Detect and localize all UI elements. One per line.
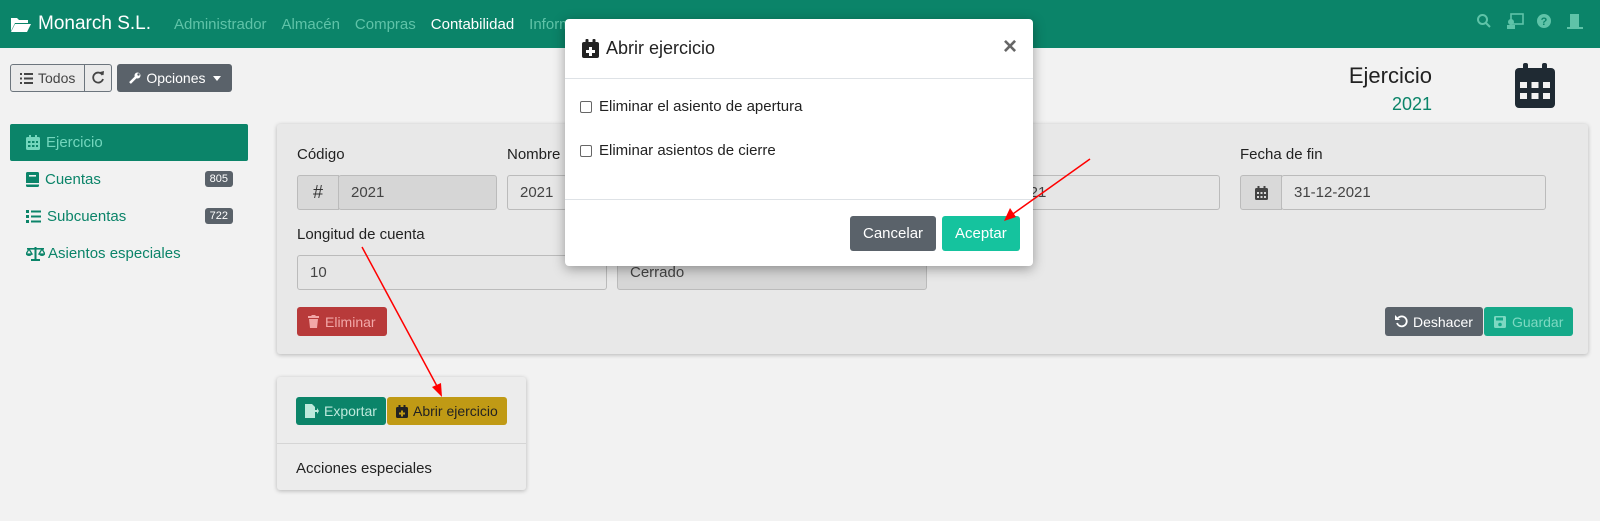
navbar-actions: ?	[1476, 13, 1584, 31]
users-icon[interactable]	[1506, 13, 1524, 31]
calendar-icon	[1515, 63, 1555, 108]
menu-administrador[interactable]: Administrador	[174, 16, 267, 33]
file-export-icon	[305, 404, 319, 418]
page-subtitle: 2021	[1391, 94, 1432, 114]
checkbox-label: Eliminar el asiento de apertura	[599, 98, 803, 115]
logout-icon[interactable]	[1566, 13, 1584, 31]
actions-row: Exportar Abrir ejercicio	[277, 377, 526, 444]
count-badge: 722	[204, 208, 233, 224]
sidebar-item-label: Subcuentas	[47, 208, 127, 225]
options-button-label: Opciones	[146, 70, 206, 86]
list-icon	[20, 72, 33, 84]
all-button-label: Todos	[38, 70, 76, 86]
delete-button[interactable]: Eliminar	[297, 307, 387, 336]
balance-scale-icon	[26, 247, 45, 261]
export-button[interactable]: Exportar	[296, 397, 386, 425]
options-button[interactable]: Opciones	[117, 64, 232, 92]
svg-text:?: ?	[1541, 16, 1548, 28]
refresh-button[interactable]	[85, 64, 113, 92]
sidebar-item-label: Ejercicio	[46, 134, 103, 151]
undo-button[interactable]: Deshacer	[1385, 307, 1483, 336]
brand-name: Monarch S.L.	[38, 13, 151, 34]
modal-footer: Cancelar Aceptar	[565, 200, 1033, 266]
calendar-plus-icon	[582, 39, 599, 58]
calendar-icon	[1240, 175, 1282, 210]
delete-closing-entries-checkbox[interactable]	[580, 144, 592, 157]
delete-opening-entry-checkbox[interactable]	[580, 100, 592, 113]
code-field[interactable]: 2021	[338, 175, 497, 210]
menu-almacen[interactable]: Almacén	[282, 16, 340, 33]
brand[interactable]: Monarch S.L.	[10, 13, 151, 35]
actions-card: Exportar Abrir ejercicio Acciones especi…	[277, 377, 526, 490]
cancel-button[interactable]: Cancelar	[850, 216, 937, 251]
end-date-field[interactable]: 31-12-2021	[1281, 175, 1546, 210]
book-icon	[26, 172, 39, 187]
page-title: Ejercicio	[1348, 63, 1432, 88]
count-badge: 805	[204, 171, 233, 187]
name-label: Nombre	[507, 146, 561, 163]
name-field[interactable]: 2021	[507, 175, 567, 210]
refresh-icon	[92, 71, 105, 84]
undo-button-label: Deshacer	[1413, 313, 1473, 330]
account-length-label: Longitud de cuenta	[297, 226, 425, 243]
open-exercise-button-label: Abrir ejercicio	[413, 403, 498, 419]
sidebar-item-subcuentas[interactable]: Subcuentas 722	[10, 198, 248, 235]
end-date-label: Fecha de fin	[1240, 146, 1323, 163]
wrench-icon	[129, 72, 141, 84]
sidebar-item-label: Cuentas	[45, 171, 101, 188]
account-length-field[interactable]: 10	[297, 255, 607, 290]
special-actions-link[interactable]: Acciones especiales	[296, 460, 432, 477]
menu-contabilidad[interactable]: Contabilidad	[431, 16, 514, 33]
modal-header: Abrir ejercicio ×	[565, 19, 1033, 79]
list-actions: Todos	[10, 64, 113, 92]
save-icon	[1494, 315, 1506, 328]
sidebar-item-label: Asientos especiales	[48, 245, 181, 262]
trash-icon	[308, 315, 319, 328]
accept-button[interactable]: Aceptar	[942, 216, 1020, 251]
hash-icon: #	[297, 175, 339, 210]
page-heading: Ejercicio 2021	[1349, 63, 1432, 115]
search-icon[interactable]	[1476, 13, 1494, 31]
open-exercise-modal: Abrir ejercicio × Eliminar el asiento de…	[565, 19, 1033, 266]
checkbox-label: Eliminar asientos de cierre	[599, 142, 776, 159]
menu-compras[interactable]: Compras	[355, 16, 416, 33]
code-label: Código	[297, 146, 345, 163]
list-icon	[26, 210, 41, 223]
caret-down-icon	[212, 75, 221, 81]
folder-open-icon	[11, 17, 31, 32]
open-exercise-button[interactable]: Abrir ejercicio	[387, 397, 507, 425]
main-menu: Administrador Almacén Compras Contabilid…	[174, 16, 603, 33]
modal-title: Abrir ejercicio	[606, 38, 716, 58]
modal-body: Eliminar el asiento de apertura Eliminar…	[565, 79, 1033, 200]
save-button[interactable]: Guardar	[1484, 307, 1574, 336]
sidebar-item-ejercicio[interactable]: Ejercicio	[10, 124, 248, 161]
save-button-label: Guardar	[1512, 313, 1564, 330]
sidebar-item-cuentas[interactable]: Cuentas 805	[10, 161, 248, 198]
delete-button-label: Eliminar	[325, 313, 376, 330]
calendar-icon	[26, 135, 40, 150]
help-icon[interactable]: ?	[1536, 13, 1554, 31]
calendar-plus-icon	[396, 404, 408, 418]
export-button-label: Exportar	[324, 403, 377, 419]
delete-opening-entry-option[interactable]: Eliminar el asiento de apertura	[580, 98, 802, 115]
all-button[interactable]: Todos	[10, 64, 86, 92]
sidebar: Ejercicio Cuentas 805 Subcuentas 722 Asi…	[10, 124, 248, 272]
toolbar: Todos Opciones	[10, 64, 232, 92]
undo-icon	[1395, 315, 1408, 328]
delete-closing-entries-option[interactable]: Eliminar asientos de cierre	[580, 142, 776, 159]
close-icon[interactable]: ×	[1003, 33, 1017, 61]
sidebar-item-asientos-especiales[interactable]: Asientos especiales	[10, 235, 248, 272]
